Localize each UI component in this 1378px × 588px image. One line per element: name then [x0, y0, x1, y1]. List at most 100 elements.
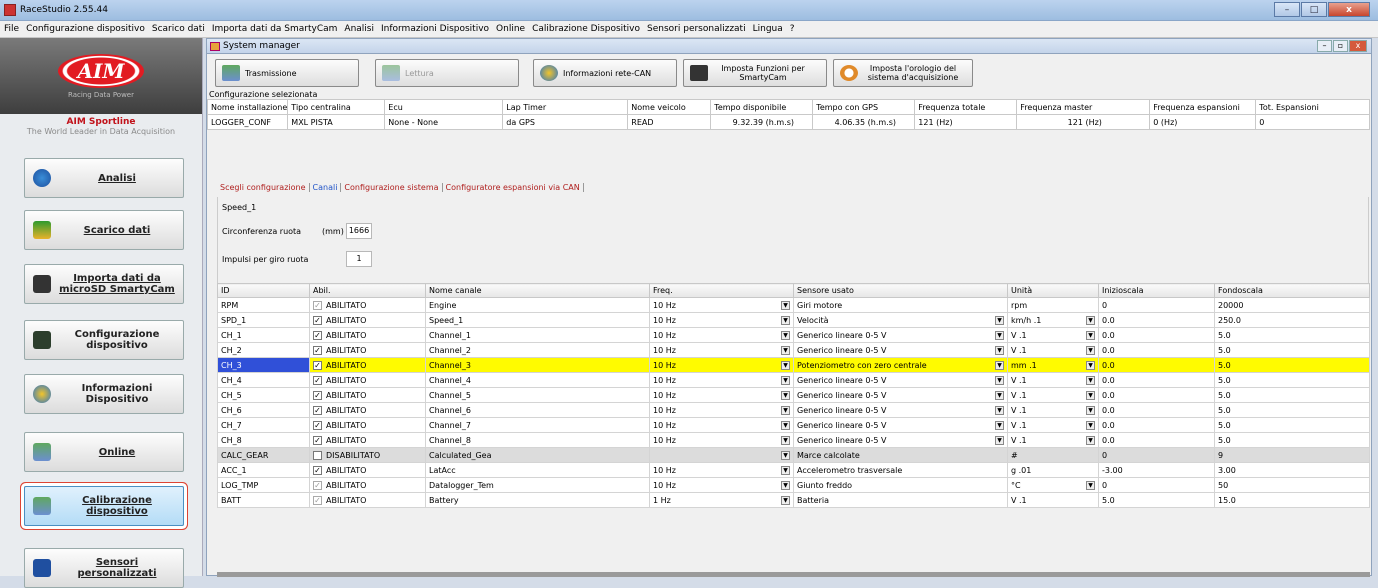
table-row[interactable]: ACC_1 ✓ ABILITATO LatAcc 10 Hz ▼ Accelerometro… [217, 462, 1370, 478]
cell-unit[interactable]: V .1 ▼ [1007, 417, 1099, 433]
nav-online-button[interactable]: Online [24, 432, 184, 472]
cell-start[interactable]: 0.0 [1098, 312, 1215, 328]
tab-configurazione-sistema[interactable]: Configurazione sistema [341, 183, 443, 192]
col-header[interactable]: ID [217, 283, 310, 298]
cell-name[interactable]: Engine [425, 297, 650, 313]
dropdown-arrow-icon[interactable]: ▼ [995, 345, 1004, 355]
cell-enabled[interactable]: ✓ ABILITATO [309, 492, 426, 508]
checkbox[interactable]: ✓ [313, 330, 322, 340]
dropdown-arrow-icon[interactable]: ▼ [781, 405, 790, 415]
nav-scarico-button[interactable]: Scarico dati [24, 210, 184, 250]
menu-importa[interactable]: Importa dati da SmartyCam [212, 24, 338, 34]
cell-end[interactable]: 5.0 [1214, 432, 1370, 448]
col-header[interactable]: Inizioscala [1098, 283, 1215, 298]
cell-enabled[interactable]: DISABILITATO [309, 447, 426, 463]
cell-sensor[interactable]: Generico lineare 0-5 V ▼ [793, 372, 1008, 388]
menu-lingua[interactable]: Lingua [753, 24, 783, 34]
dropdown-arrow-icon[interactable]: ▼ [1086, 480, 1095, 490]
cell-start[interactable]: 0.0 [1098, 357, 1215, 373]
cell-name[interactable]: Channel_1 [425, 327, 650, 343]
cell-unit[interactable]: V .1 ▼ [1007, 387, 1099, 403]
dropdown-arrow-icon[interactable]: ▼ [1086, 435, 1095, 445]
checkbox[interactable]: ✓ [313, 480, 322, 490]
cell-sensor[interactable]: Generico lineare 0-5 V ▼ [793, 342, 1008, 358]
cell-enabled[interactable]: ✓ ABILITATO [309, 297, 426, 313]
table-row[interactable]: CH_3 ✓ ABILITATO Channel_3 10 Hz ▼ Potenziomet… [217, 357, 1370, 373]
cell-sensor[interactable]: Marce calcolate [793, 447, 1008, 463]
cell-unit[interactable]: V .1 ▼ [1007, 342, 1099, 358]
cell-end[interactable]: 9 [1214, 447, 1370, 463]
dropdown-arrow-icon[interactable]: ▼ [1086, 390, 1095, 400]
checkbox[interactable]: ✓ [313, 495, 322, 505]
cell-sensor[interactable]: Potenziometro con zero centrale ▼ [793, 357, 1008, 373]
menu-informazioni[interactable]: Informazioni Dispositivo [381, 24, 489, 34]
cell-end[interactable]: 250.0 [1214, 312, 1370, 328]
table-row[interactable]: CH_1 ✓ ABILITATO Channel_1 10 Hz ▼ Generico li… [217, 327, 1370, 343]
tab-scegli-configurazione[interactable]: Scegli configurazione [217, 183, 310, 192]
cell-unit[interactable]: V .1 ▼ [1007, 372, 1099, 388]
cell-enabled[interactable]: ✓ ABILITATO [309, 357, 426, 373]
dropdown-arrow-icon[interactable]: ▼ [995, 330, 1004, 340]
cell-freq[interactable]: 10 Hz ▼ [649, 477, 794, 493]
checkbox[interactable] [313, 450, 322, 460]
lettura-button[interactable]: Lettura [375, 59, 519, 87]
cell-name[interactable]: Speed_1 [425, 312, 650, 328]
menu-help[interactable]: ? [790, 24, 795, 34]
dropdown-arrow-icon[interactable]: ▼ [995, 435, 1004, 445]
clock-button[interactable]: Imposta l'orologio del sistema d'acquisi… [833, 59, 973, 87]
cell-freq[interactable]: 10 Hz ▼ [649, 462, 794, 478]
cell-enabled[interactable]: ✓ ABILITATO [309, 462, 426, 478]
cell-enabled[interactable]: ✓ ABILITATO [309, 312, 426, 328]
cell-end[interactable]: 3.00 [1214, 462, 1370, 478]
cell-end[interactable]: 5.0 [1214, 417, 1370, 433]
cell-enabled[interactable]: ✓ ABILITATO [309, 402, 426, 418]
cell-freq[interactable]: 10 Hz ▼ [649, 432, 794, 448]
table-row[interactable]: CH_2 ✓ ABILITATO Channel_2 10 Hz ▼ Generico li… [217, 342, 1370, 358]
cell-freq[interactable]: 10 Hz ▼ [649, 402, 794, 418]
dropdown-arrow-icon[interactable]: ▼ [781, 330, 790, 340]
cell-start[interactable]: 0.0 [1098, 432, 1215, 448]
menu-calibrazione[interactable]: Calibrazione Dispositivo [532, 24, 640, 34]
cell-start[interactable]: -3.00 [1098, 462, 1215, 478]
cell-freq[interactable]: 10 Hz ▼ [649, 297, 794, 313]
nav-importa-button[interactable]: Importa dati da microSD SmartyCam [24, 264, 184, 304]
checkbox[interactable]: ✓ [313, 300, 322, 310]
tab-configuratore-can[interactable]: Configuratore espansioni via CAN [443, 183, 584, 192]
cell-start[interactable]: 0.0 [1098, 387, 1215, 403]
menu-scarico[interactable]: Scarico dati [152, 24, 205, 34]
table-row[interactable]: LOG_TMP ✓ ABILITATO Datalogger_Tem 10 Hz ▼ Giu… [217, 477, 1370, 493]
dropdown-arrow-icon[interactable]: ▼ [995, 315, 1004, 325]
child-minimize-button[interactable]: – [1317, 40, 1332, 52]
cell-enabled[interactable]: ✓ ABILITATO [309, 327, 426, 343]
cell-sensor[interactable]: Giri motore [793, 297, 1008, 313]
cell-sensor[interactable]: Generico lineare 0-5 V ▼ [793, 432, 1008, 448]
checkbox[interactable]: ✓ [313, 345, 322, 355]
cell-freq[interactable]: 1 Hz ▼ [649, 492, 794, 508]
checkbox[interactable]: ✓ [313, 315, 322, 325]
cell-name[interactable]: Channel_3 [425, 357, 650, 373]
cell-unit[interactable]: V .1 ▼ [1007, 432, 1099, 448]
cell-start[interactable]: 0.0 [1098, 327, 1215, 343]
cell-freq[interactable]: ▼ [649, 447, 794, 463]
cell-end[interactable]: 5.0 [1214, 327, 1370, 343]
dropdown-arrow-icon[interactable]: ▼ [1086, 330, 1095, 340]
checkbox[interactable]: ✓ [313, 375, 322, 385]
cell-name[interactable]: Channel_2 [425, 342, 650, 358]
nav-configurazione-button[interactable]: Configurazione dispositivo [24, 320, 184, 360]
smartycam-button[interactable]: Imposta Funzioni per SmartyCam [683, 59, 827, 87]
cell-end[interactable]: 5.0 [1214, 387, 1370, 403]
cell-sensor[interactable]: Generico lineare 0-5 V ▼ [793, 417, 1008, 433]
cell-end[interactable]: 5.0 [1214, 342, 1370, 358]
cell-freq[interactable]: 10 Hz ▼ [649, 357, 794, 373]
cell-unit[interactable]: V .1 [1007, 492, 1099, 508]
menu-sensori[interactable]: Sensori personalizzati [647, 24, 746, 34]
col-header[interactable]: Fondoscala [1214, 283, 1370, 298]
table-row[interactable]: CH_4 ✓ ABILITATO Channel_4 10 Hz ▼ Generico li… [217, 372, 1370, 388]
menu-analisi[interactable]: Analisi [344, 24, 374, 34]
circ-input[interactable]: 1666 [346, 223, 372, 239]
nav-informazioni-button[interactable]: Informazioni Dispositivo [24, 374, 184, 414]
checkbox[interactable]: ✓ [313, 435, 322, 445]
dropdown-arrow-icon[interactable]: ▼ [781, 360, 790, 370]
col-header[interactable]: Freq. [649, 283, 794, 298]
cell-unit[interactable]: rpm [1007, 297, 1099, 313]
